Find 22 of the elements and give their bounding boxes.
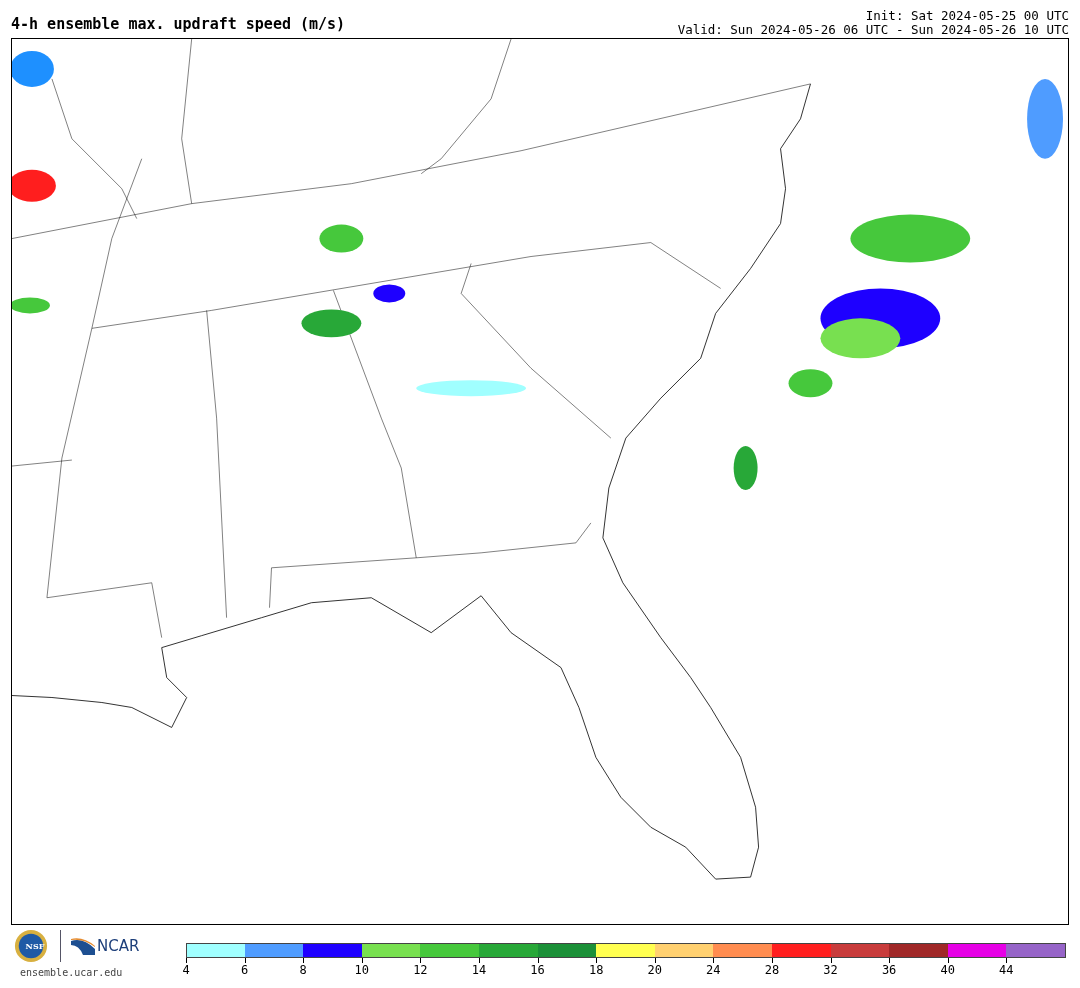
colorbar-tick-label: 16 bbox=[530, 963, 545, 977]
colorbar-tick-label: 44 bbox=[999, 963, 1014, 977]
colorbar-tick-label: 36 bbox=[881, 963, 897, 977]
colorbar-tick-label: 12 bbox=[413, 963, 428, 977]
colorbar-tick-label: 40 bbox=[940, 963, 955, 977]
colorbar-tick-label: 8 bbox=[299, 963, 307, 977]
colorbar-tick-label: 32 bbox=[823, 963, 838, 977]
colorbar-tick-label: 28 bbox=[764, 963, 780, 977]
valid-time: Valid: Sun 2024-05-26 06 UTC - Sun 2024-05-26 10 UTC bbox=[677, 23, 1069, 37]
colorbar-tick-label: 24 bbox=[706, 963, 721, 977]
colorbar-tick-label: 20 bbox=[647, 963, 662, 977]
colorbar-tick-label: 4 bbox=[182, 963, 190, 977]
colorbar-tick-label: 10 bbox=[354, 963, 369, 977]
colorbar-tick-label: 18 bbox=[588, 963, 604, 977]
nsf-seal-icon bbox=[14, 929, 48, 963]
colorbar-tick-label: 6 bbox=[241, 963, 249, 977]
plot-title: 4-h ensemble max. updraft speed (m/s) bbox=[11, 15, 346, 35]
ncar-swoosh-icon bbox=[71, 937, 95, 955]
site-url: ensemble.ucar.edu bbox=[19, 967, 124, 978]
ncar-logo-text: NCAR bbox=[97, 937, 140, 955]
colorbar-tick-label: 14 bbox=[471, 963, 487, 977]
init-time: Init: Sat 2024-05-25 00 UTC bbox=[864, 9, 1069, 23]
